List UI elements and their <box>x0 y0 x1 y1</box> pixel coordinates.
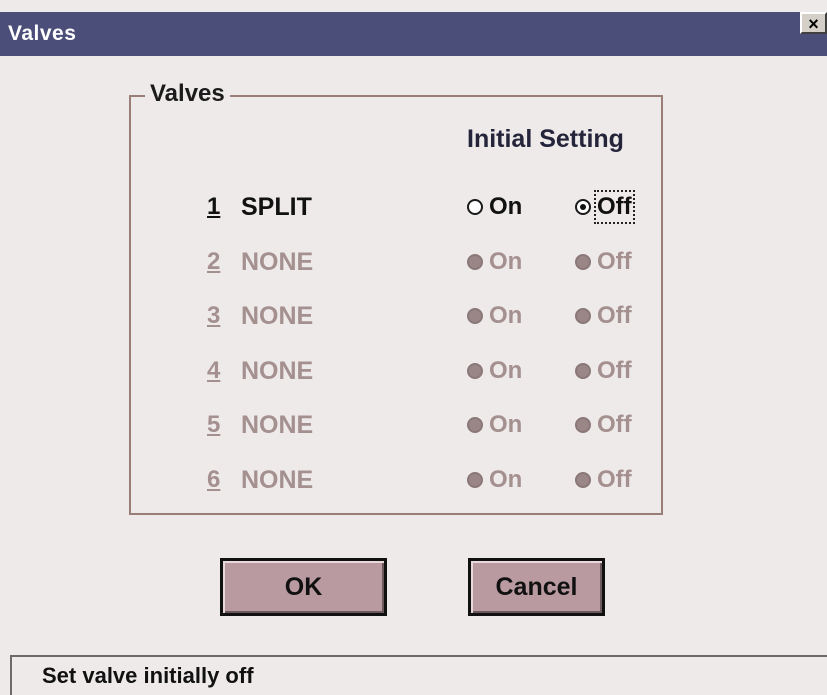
valve-2-off-radio: Off <box>575 248 632 276</box>
radio-label: On <box>489 465 523 493</box>
valve-5-on-radio: On <box>467 411 522 439</box>
radio-circle-icon <box>467 308 483 324</box>
radio-label: Off <box>597 356 632 384</box>
radio-circle-icon <box>575 253 591 270</box>
valve-name: NONE <box>241 302 314 330</box>
valve-number: 2 <box>207 247 221 275</box>
valves-groupbox: Valves Initial Setting 1 SPLIT On Off 2 NONE O… <box>129 80 663 515</box>
radio-label: Off <box>597 411 632 438</box>
radio-circle-icon <box>575 199 591 215</box>
valve-5-off-radio: Off <box>575 411 632 439</box>
valve-number: 4 <box>207 356 221 384</box>
radio-circle-icon <box>467 253 483 270</box>
valve-row-3: 3 NONE On Off <box>131 296 661 336</box>
radio-label: On <box>489 193 523 220</box>
valves-dialog: Valves × Valves Initial Setting 1 SPLIT On… <box>0 0 827 695</box>
valve-name: NONE <box>241 411 314 439</box>
cancel-button-label: Cancel <box>495 572 578 601</box>
ok-button[interactable]: OK <box>220 558 387 616</box>
radio-circle-icon <box>467 362 483 379</box>
valve-name: NONE <box>241 465 314 494</box>
valve-6-on-radio: On <box>467 466 522 494</box>
radio-circle-icon <box>467 417 483 433</box>
valve-name: NONE <box>241 247 314 276</box>
valve-1-on-radio[interactable]: On <box>467 193 522 221</box>
radio-circle-icon <box>575 471 591 488</box>
radio-circle-icon <box>467 199 483 215</box>
radio-circle-icon <box>575 308 591 324</box>
cancel-button[interactable]: Cancel <box>468 558 605 616</box>
valve-number: 6 <box>207 465 221 493</box>
valve-row-1: 1 SPLIT On Off <box>131 187 661 227</box>
valve-number: 1 <box>207 193 221 220</box>
initial-setting-header: Initial Setting <box>467 125 624 153</box>
radio-label: On <box>489 302 523 329</box>
groupbox-title: Valves <box>145 80 230 108</box>
radio-label: Off <box>597 247 632 275</box>
valve-4-on-radio: On <box>467 357 522 385</box>
valve-1-off-radio[interactable]: Off <box>575 190 635 224</box>
valve-3-off-radio: Off <box>575 302 632 330</box>
radio-circle-icon <box>575 362 591 379</box>
valve-6-off-radio: Off <box>575 466 632 494</box>
valve-row-6: 6 NONE On Off <box>131 460 661 500</box>
ok-button-label: OK <box>284 572 323 601</box>
valve-number: 3 <box>207 302 221 329</box>
valve-row-5: 5 NONE On Off <box>131 405 661 445</box>
radio-label: Off <box>597 302 632 329</box>
valve-name: NONE <box>241 356 314 385</box>
radio-label: On <box>489 356 523 384</box>
radio-circle-icon <box>467 471 483 488</box>
radio-circle-icon <box>575 417 591 433</box>
window-title: Valves <box>8 22 77 45</box>
radio-label: Off <box>597 465 632 493</box>
close-icon: × <box>808 14 819 34</box>
status-bar: Set valve initially off <box>10 655 827 695</box>
valve-row-4: 4 NONE On Off <box>131 351 661 391</box>
valve-2-on-radio: On <box>467 248 522 276</box>
close-button[interactable]: × <box>800 12 827 34</box>
valve-number: 5 <box>207 411 221 438</box>
title-bar[interactable]: Valves <box>0 12 827 56</box>
radio-label: Off <box>594 190 635 224</box>
radio-label: On <box>489 247 523 275</box>
status-text: Set valve initially off <box>42 663 254 688</box>
valve-4-off-radio: Off <box>575 357 632 385</box>
valve-row-2: 2 NONE On Off <box>131 242 661 282</box>
valve-3-on-radio: On <box>467 302 522 330</box>
valve-name: SPLIT <box>241 193 312 221</box>
radio-label: On <box>489 411 523 438</box>
